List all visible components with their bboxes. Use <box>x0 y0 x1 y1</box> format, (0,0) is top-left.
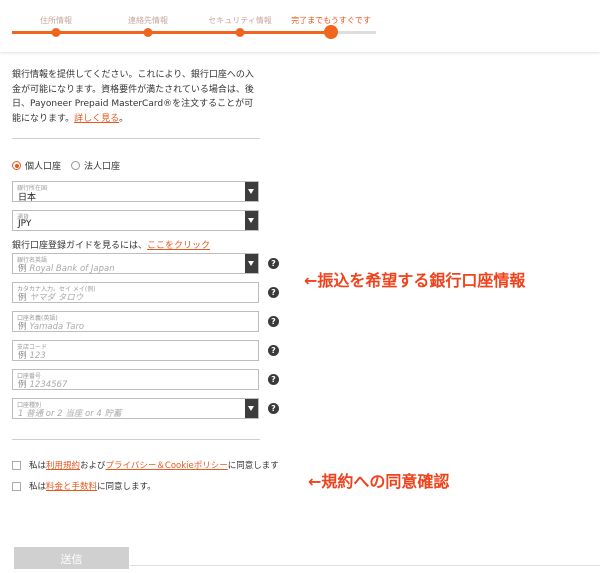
holder-english-placeholder: 例 Yamada Taro <box>18 322 85 332</box>
help-icon[interactable]: ? <box>268 287 279 298</box>
step-label-security: セキュリティ情報 <box>208 16 272 25</box>
learn-more-link[interactable]: 詳しく見る <box>74 114 119 124</box>
chevron-down-icon[interactable] <box>245 399 258 418</box>
help-icon[interactable]: ? <box>268 345 279 356</box>
help-icon[interactable]: ? <box>268 316 279 327</box>
help-icon[interactable]: ? <box>268 403 279 414</box>
footer-line <box>130 565 600 566</box>
bank-guide: 銀行口座登録ガイドを見るには、ここをクリック <box>12 238 210 251</box>
branch-code-placeholder: 例 123 <box>18 351 46 361</box>
radio-business-label: 法人口座 <box>84 162 121 172</box>
chevron-down-icon[interactable] <box>245 182 258 201</box>
radio-personal[interactable] <box>12 161 21 170</box>
terms1-text-b: および <box>80 461 106 471</box>
fees-link[interactable]: 料金と手数料 <box>46 480 97 492</box>
chevron-down-icon[interactable] <box>245 254 258 273</box>
account-kind-placeholder: 1 普通 or 2 当座 or 4 貯蓄 <box>18 409 122 419</box>
terms-of-use-link[interactable]: 利用規約 <box>46 459 80 471</box>
help-icon[interactable]: ? <box>268 258 279 269</box>
radio-business[interactable] <box>71 161 81 170</box>
privacy-policy-link[interactable]: プライバシー＆Cookieポリシー <box>106 459 228 471</box>
bank-name-select[interactable]: 銀行名英語 例 Royal Bank of Japan <box>12 253 259 274</box>
terms-row-2: 私は 料金と手数料 に同意します。 <box>12 480 156 492</box>
holder-english-input[interactable]: 口座名義(英語) 例 Yamada Taro <box>12 311 259 332</box>
intro-paragraph: 銀行情報を提供してください。これにより、銀行口座への入金が可能になります。資格要… <box>12 68 262 126</box>
currency-select[interactable]: 通貨 JPY <box>12 210 259 231</box>
help-icon[interactable]: ? <box>268 374 279 385</box>
divider-top <box>12 138 260 139</box>
account-number-input[interactable]: 口座番号 例 1234567 <box>12 369 259 390</box>
terms1-text-c: に同意します <box>227 461 279 471</box>
divider-bottom <box>12 439 260 440</box>
progress-header: 住所情報 連絡先情報 セキュリティ情報 完了までもうすぐです <box>0 0 600 52</box>
intro-text: 銀行情報を提供してください。これにより、銀行口座への入金が可能になります。資格要… <box>12 70 254 124</box>
terms-checkbox[interactable] <box>12 460 21 470</box>
annotation-consent: ←規約への同意確認 <box>308 472 450 491</box>
account-kind-select[interactable]: 口座種別 1 普通 or 2 当座 or 4 貯蓄 <box>12 398 259 419</box>
account-type-group: 個人口座 法人口座 <box>12 159 120 172</box>
chevron-down-icon[interactable] <box>245 211 258 230</box>
terms1-text-a: 私は <box>29 461 47 471</box>
step-dot-1 <box>51 28 61 37</box>
step-dot-3 <box>235 28 245 37</box>
country-value: 日本 <box>18 193 37 203</box>
fees-checkbox[interactable] <box>12 481 21 491</box>
holder-kana-placeholder: 例ヤマダ タロウ <box>18 293 84 303</box>
terms2-text-b: に同意します。 <box>97 482 156 492</box>
holder-kana-input[interactable]: カタカナ入力。セイ メイ(例) 例ヤマダ タロウ <box>12 282 259 303</box>
progress-track <box>12 31 376 34</box>
guide-link[interactable]: ここをクリック <box>147 241 210 251</box>
annotation-bank-info: ←振込を希望する銀行口座情報 <box>304 271 526 290</box>
terms-row-1: 私は 利用規約 および プライバシー＆Cookieポリシー に同意します <box>12 459 279 471</box>
submit-button[interactable]: 送信 <box>14 547 129 569</box>
intro-tail: 。 <box>119 113 129 124</box>
step-dot-2 <box>143 28 153 37</box>
currency-value: JPY <box>18 219 32 229</box>
step-dot-current <box>324 25 338 39</box>
step-label-address: 住所情報 <box>40 16 72 25</box>
terms2-text-a: 私は <box>29 482 47 492</box>
country-select[interactable]: 銀行所在国 日本 <box>12 181 259 203</box>
branch-code-input[interactable]: 支店コード 例 123 <box>12 340 259 361</box>
bank-name-placeholder: 例 Royal Bank of Japan <box>18 264 115 274</box>
step-label-contact: 連絡先情報 <box>128 16 168 25</box>
guide-text: 銀行口座登録ガイドを見るには、 <box>12 241 148 251</box>
account-number-placeholder: 例 1234567 <box>18 380 68 390</box>
radio-personal-label: 個人口座 <box>25 162 62 172</box>
